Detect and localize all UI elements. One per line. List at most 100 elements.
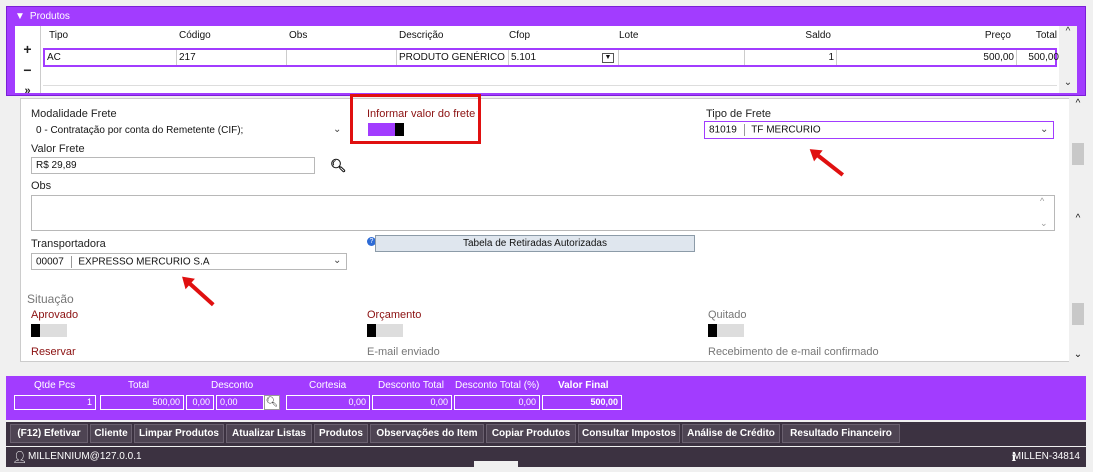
toggle-knob bbox=[395, 123, 404, 136]
products-header[interactable]: ▼ Produtos bbox=[7, 7, 1085, 26]
desconto-pct-field[interactable]: 0,00 bbox=[186, 395, 214, 410]
desconto-total-pct-field: 0,00 bbox=[454, 395, 540, 410]
quitado-toggle[interactable] bbox=[708, 324, 744, 337]
table-row[interactable]: AC 217 PRODUTO GENÉRICO ... 5.101 ▼ 1 50… bbox=[43, 48, 1059, 67]
column-header[interactable]: Preço bbox=[943, 28, 1013, 46]
orcamento-toggle[interactable] bbox=[367, 324, 403, 337]
resultado-financeiro-button[interactable]: Resultado Financeiro bbox=[782, 424, 900, 443]
table-header: Tipo Código Obs Descrição Cfop Lote Sald… bbox=[43, 28, 1057, 46]
efetivar-button[interactable]: (F12) Efetivar bbox=[10, 424, 88, 443]
email-enviado-label: E-mail enviado bbox=[367, 346, 440, 358]
chevron-down-icon[interactable]: ⌄ bbox=[333, 124, 341, 135]
scroll-down-icon[interactable]: ⌄ bbox=[1059, 77, 1077, 93]
cell-descricao[interactable]: PRODUTO GENÉRICO ... bbox=[397, 50, 509, 65]
column-header[interactable]: Total bbox=[1015, 28, 1059, 46]
desconto-total-label: Desconto Total bbox=[378, 380, 444, 391]
products-title: Produtos bbox=[29, 11, 70, 22]
scroll-up-icon[interactable]: ^ bbox=[1069, 98, 1087, 109]
copiar-produtos-button[interactable]: Copiar Produtos bbox=[486, 424, 576, 443]
cell-codigo[interactable]: 217 bbox=[177, 50, 287, 65]
tabela-retiradas-button[interactable]: Tabela de Retiradas Autorizadas bbox=[375, 235, 695, 252]
add-row-button[interactable]: + bbox=[15, 38, 40, 59]
remove-row-button[interactable]: − bbox=[15, 59, 40, 80]
consultar-impostos-button[interactable]: Consultar Impostos bbox=[578, 424, 680, 443]
produtos-button[interactable]: Produtos bbox=[314, 424, 368, 443]
column-header[interactable]: Cfop bbox=[507, 28, 532, 46]
cell-total[interactable]: 500,00 bbox=[1017, 50, 1061, 65]
cliente-button[interactable]: Cliente bbox=[90, 424, 132, 443]
reservar-label: Reservar bbox=[31, 346, 76, 358]
cell-obs[interactable] bbox=[287, 50, 397, 65]
tipo-frete-select[interactable]: 81019 TF MERCURIO bbox=[704, 121, 1054, 139]
products-scrollbar[interactable]: ^ ⌄ bbox=[1059, 26, 1077, 93]
qtde-field: 1 bbox=[14, 395, 96, 410]
obs-textarea[interactable] bbox=[31, 195, 1055, 231]
informar-valor-frete-toggle[interactable] bbox=[368, 123, 404, 136]
tipo-frete-value: TF MERCURIO bbox=[751, 124, 821, 136]
cell-preco[interactable]: 500,00 bbox=[837, 50, 1017, 65]
form-scrollbar[interactable]: ^ ^ ⌄ bbox=[1069, 98, 1087, 362]
aprovado-toggle[interactable] bbox=[31, 324, 67, 337]
divider bbox=[743, 124, 745, 136]
qtde-label: Qtde Pcs bbox=[34, 380, 76, 391]
situacao-heading: Situação bbox=[27, 292, 74, 306]
desconto-total-pct-label: Desconto Total (%) bbox=[455, 380, 540, 391]
transportadora-select[interactable]: 00007 EXPRESSO MERCURIO S.A bbox=[31, 253, 347, 270]
tipo-frete-code: 81019 bbox=[709, 124, 737, 136]
scroll-thumb[interactable] bbox=[1072, 143, 1084, 165]
totals-bar: Qtde Pcs 1 Total 500,00 Desconto 0,00 0,… bbox=[6, 376, 1086, 420]
toggle-knob bbox=[708, 324, 717, 337]
search-icon[interactable]: 🔍︎ bbox=[330, 158, 347, 174]
scroll-up-icon[interactable]: ^ bbox=[1059, 26, 1077, 42]
cell-saldo[interactable]: 1 bbox=[745, 50, 837, 65]
column-header[interactable]: Obs bbox=[287, 28, 309, 46]
valor-final-label: Valor Final bbox=[558, 380, 609, 391]
limpar-produtos-button[interactable]: Limpar Produtos bbox=[134, 424, 224, 443]
products-table: Tipo Código Obs Descrição Cfop Lote Sald… bbox=[43, 26, 1059, 93]
quitado-label: Quitado bbox=[708, 309, 747, 321]
aprovado-label: Aprovado bbox=[31, 309, 79, 321]
cell-lote[interactable] bbox=[619, 50, 745, 65]
cfop-dropdown-icon[interactable]: ▼ bbox=[602, 53, 614, 63]
server-text: MILLEN-34814 bbox=[1012, 451, 1080, 462]
scroll-thumb[interactable] bbox=[1072, 303, 1084, 325]
user-icon: 👤︎ bbox=[12, 450, 28, 464]
column-header[interactable]: Saldo bbox=[743, 28, 833, 46]
valor-frete-input[interactable]: R$ 29,89 bbox=[31, 157, 315, 174]
collapse-triangle-icon[interactable]: ▼ bbox=[15, 11, 25, 22]
total-label: Total bbox=[128, 380, 150, 391]
textarea-scroll-up-icon[interactable]: ^ bbox=[1040, 196, 1044, 206]
desconto-value-field[interactable]: 0,00 bbox=[216, 395, 264, 410]
desconto-label: Desconto bbox=[211, 380, 254, 391]
tab-stub bbox=[474, 461, 518, 467]
textarea-scroll-down-icon[interactable]: ⌄ bbox=[1040, 218, 1048, 229]
transportadora-code: 00007 bbox=[36, 256, 64, 268]
cell-tipo[interactable]: AC bbox=[45, 50, 177, 65]
search-icon[interactable]: 🔍︎ bbox=[264, 395, 280, 410]
tipo-frete-label: Tipo de Frete bbox=[706, 108, 772, 120]
chevron-down-icon[interactable]: ⌄ bbox=[1040, 124, 1048, 135]
atualizar-listas-button[interactable]: Atualizar Listas bbox=[226, 424, 312, 443]
transportadora-value: EXPRESSO MERCURIO S.A bbox=[78, 256, 210, 268]
obs-label: Obs bbox=[31, 180, 52, 192]
valor-frete-label: Valor Frete bbox=[31, 143, 85, 155]
scroll-up-icon[interactable]: ^ bbox=[1069, 213, 1087, 224]
informar-valor-frete-label: Informar valor do frete bbox=[367, 108, 476, 120]
cell-cfop[interactable]: 5.101 ▼ bbox=[509, 50, 619, 65]
observacoes-item-button[interactable]: Observações do Item bbox=[370, 424, 484, 443]
cfop-value: 5.101 bbox=[511, 52, 537, 63]
cortesia-field[interactable]: 0,00 bbox=[286, 395, 370, 410]
column-header[interactable]: Lote bbox=[617, 28, 640, 46]
column-header[interactable]: Tipo bbox=[47, 28, 70, 46]
scroll-down-icon[interactable]: ⌄ bbox=[1069, 349, 1087, 360]
column-header[interactable]: Descrição bbox=[397, 28, 445, 46]
modalidade-frete-select[interactable]: 0 - Contratação por conta do Remetente (… bbox=[31, 122, 345, 139]
column-header[interactable]: Código bbox=[177, 28, 213, 46]
analise-credito-button[interactable]: Análise de Crédito bbox=[682, 424, 780, 443]
total-field: 500,00 bbox=[100, 395, 184, 410]
chevron-down-icon[interactable]: ⌄ bbox=[333, 255, 341, 266]
divider bbox=[70, 256, 72, 268]
modalidade-frete-label: Modalidade Frete bbox=[31, 108, 117, 120]
orcamento-label: Orçamento bbox=[367, 309, 422, 321]
table-row-empty bbox=[43, 68, 1057, 86]
